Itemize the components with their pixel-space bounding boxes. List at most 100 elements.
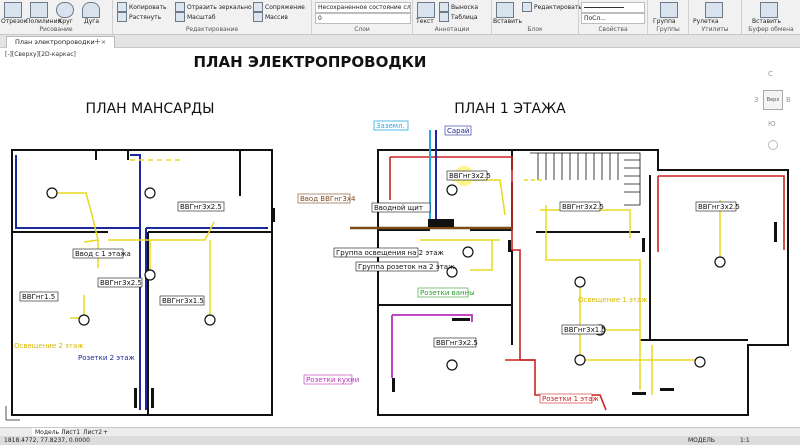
coordinates-readout: 1818.4772, 77.8237, 0.0000 — [4, 437, 90, 444]
table-button[interactable]: Таблица — [439, 12, 478, 22]
insert-block-label[interactable]: Вставить — [493, 18, 522, 25]
circle-tool-icon[interactable] — [56, 2, 74, 18]
fillet-icon — [253, 2, 263, 12]
circle-tool-label[interactable]: Круг — [58, 18, 73, 25]
attic-label-sockets-2: Розетки 2 этаж — [78, 354, 136, 362]
group-title-clipboard[interactable]: Буфер обмена — [742, 26, 800, 33]
layer-state-dropdown[interactable]: Несохраненное состояние слоя — [315, 2, 411, 13]
model-space-toggle[interactable]: МОДЕЛЬ — [688, 436, 715, 445]
floor1-stairs — [530, 152, 641, 206]
ribbon-group-groups: Группа Группы — [648, 0, 689, 34]
viewcube-south: Ю — [768, 120, 776, 128]
label-group-socket-2: Группа розеток на 2 этаж — [358, 263, 455, 271]
leader-button[interactable]: Выноска — [439, 2, 478, 12]
ribbon: Отрезок Полилиния Круг Дуга Рисование Ко… — [0, 0, 800, 35]
label-vvodnoy-shchit: Вводной щит — [374, 204, 423, 212]
copy-icon — [117, 2, 127, 12]
main-title: ПЛАН ЭЛЕКТРОПРОВОДКИ — [193, 53, 426, 71]
stretch-button[interactable]: Растянуть — [117, 12, 161, 22]
view-cube[interactable]: С З Верх В Ю — [750, 66, 794, 186]
viewcube-north: С — [768, 70, 773, 78]
line-tool-icon[interactable] — [4, 2, 22, 18]
edit-block-button[interactable]: Редактировать — [522, 2, 582, 12]
drawing-canvas[interactable]: ПЛАН ЭЛЕКТРОПРОВОДКИ ПЛАН МАНСАРДЫ ПЛАН … — [0, 48, 800, 427]
new-tab-button[interactable]: + — [94, 36, 101, 47]
attic-label-cable-2: ВВГнг3х2.5 — [100, 279, 142, 287]
orbit-icon[interactable] — [768, 140, 778, 150]
label-sockets-bath: Розетки ванны — [420, 289, 475, 297]
group-title-groups[interactable]: Группы — [648, 26, 688, 33]
label-vvod-vvg: Ввод ВВГнг3х4 — [300, 195, 356, 203]
paste-label[interactable]: Вставить — [752, 18, 781, 25]
label-cable-r1: ВВГнг3х2.5 — [562, 203, 604, 211]
attic-label-cable-4: ВВГнг3х1.5 — [162, 297, 204, 305]
viewcube-face[interactable]: Верх — [763, 90, 783, 110]
measure-tool-label[interactable]: Рулетка — [693, 18, 719, 25]
ribbon-group-properties: ПоСл... Свойства — [579, 0, 648, 34]
group-title-draw[interactable]: Рисование — [0, 26, 112, 33]
insert-block-icon[interactable] — [496, 2, 514, 18]
array-button[interactable]: Массив — [253, 12, 288, 22]
label-cable-r3: ВВГнг3х1.5 — [564, 326, 606, 334]
annotation-scale[interactable]: 1:1 — [740, 436, 750, 445]
floor1-yellow-wiring — [420, 179, 721, 395]
mirror-icon — [175, 2, 185, 12]
attic-label-vvod: Ввод с 1 этажа — [75, 250, 131, 258]
document-tab-label: План электропроводки — [15, 38, 95, 46]
scale-icon — [175, 12, 185, 22]
viewport-label[interactable]: [-][Сверху][2D-каркас] — [5, 51, 76, 58]
document-tab-bar: План электропроводки × + — [0, 35, 800, 48]
layer-dropdown[interactable]: 0 — [315, 13, 411, 24]
drawing-svg: ПЛАН ЭЛЕКТРОПРОВОДКИ ПЛАН МАНСАРДЫ ПЛАН … — [5, 53, 789, 421]
group-tool-label[interactable]: Группа — [653, 18, 676, 25]
label-cable-r2: ВВГнг3х2.5 — [698, 203, 740, 211]
table-icon — [439, 12, 449, 22]
label-earth: Заземл. — [376, 122, 405, 130]
floor1-red-wiring — [389, 156, 785, 411]
measure-tool-icon[interactable] — [705, 2, 723, 18]
viewcube-east: В — [786, 96, 791, 104]
scale-button[interactable]: Масштаб — [175, 12, 216, 22]
line-tool-label[interactable]: Отрезок — [1, 18, 27, 25]
stretch-icon — [117, 12, 127, 22]
text-tool-label[interactable]: Текст — [416, 18, 434, 25]
group-tool-icon[interactable] — [660, 2, 678, 18]
group-title-properties[interactable]: Свойства — [579, 26, 647, 33]
fillet-button[interactable]: Сопряжение — [253, 2, 305, 12]
lineweight-dropdown[interactable]: ПоСл... — [581, 13, 645, 24]
main-panel-box — [428, 219, 454, 227]
linetype-sample — [584, 7, 624, 8]
edit-icon — [522, 2, 532, 12]
leader-icon — [439, 2, 449, 12]
group-title-modify[interactable]: Редактирование — [113, 26, 311, 33]
ribbon-group-modify: Копировать Отразить зеркально Сопряжение… — [113, 0, 312, 34]
polyline-tool-icon[interactable] — [30, 2, 48, 18]
attic-label-cable-3: ВВГнг1.5 — [22, 293, 55, 301]
attic-label-cable-1: ВВГнг3х2.5 — [180, 203, 222, 211]
array-icon — [253, 12, 263, 22]
label-group-light-2: Группа освещения на 2 этаж — [336, 249, 445, 257]
linetype-dropdown[interactable] — [581, 2, 645, 13]
ribbon-group-clipboard: Вставить Буфер обмена — [742, 0, 800, 34]
arc-tool-icon[interactable] — [82, 2, 100, 18]
status-bar: 1818.4772, 77.8237, 0.0000 МОДЕЛЬ 1:1 — [0, 436, 800, 445]
group-title-block[interactable]: Блок — [492, 26, 578, 33]
group-title-utilities[interactable]: Утилиты — [689, 26, 741, 33]
attic-label-light-2: Освещение 2 этаж — [14, 342, 84, 350]
floor1-lamps — [446, 184, 726, 371]
viewcube-west: З — [754, 96, 759, 104]
ribbon-group-utilities: Рулетка Утилиты — [689, 0, 742, 34]
group-title-layers[interactable]: Слои — [312, 26, 412, 33]
mirror-button[interactable]: Отразить зеркально — [175, 2, 252, 12]
close-icon[interactable]: × — [101, 38, 106, 46]
right-plan-title: ПЛАН 1 ЭТАЖА — [454, 101, 566, 117]
label-light-1floor: Освещение 1 этаж — [578, 296, 648, 304]
polyline-tool-label[interactable]: Полилиния — [26, 18, 61, 25]
label-sarai: Сарай — [447, 127, 469, 135]
paste-icon[interactable] — [760, 2, 778, 18]
ribbon-group-draw: Отрезок Полилиния Круг Дуга Рисование — [0, 0, 113, 34]
text-tool-icon[interactable] — [417, 2, 435, 18]
arc-tool-label[interactable]: Дуга — [84, 18, 99, 25]
copy-button[interactable]: Копировать — [117, 2, 166, 12]
group-title-annotation[interactable]: Аннотации — [413, 26, 491, 33]
